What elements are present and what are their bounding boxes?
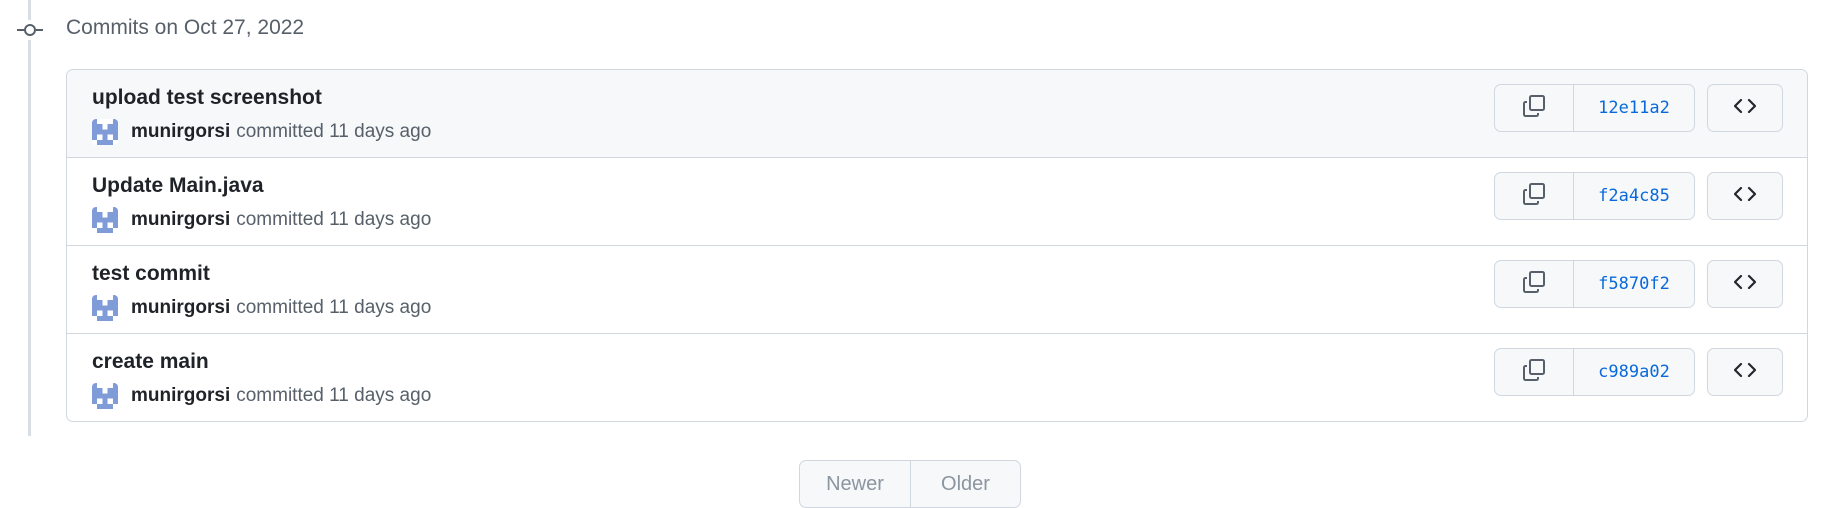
copy-icon	[1522, 94, 1546, 123]
commit-actions: f2a4c85	[1494, 172, 1783, 220]
sha-button-group: f5870f2	[1494, 260, 1695, 308]
commit-author-link[interactable]: munirgorsi	[131, 297, 230, 319]
commit-sha-link[interactable]: f5870f2	[1574, 261, 1694, 307]
commit-author-link[interactable]: munirgorsi	[131, 385, 230, 407]
commit-author-link[interactable]: munirgorsi	[131, 209, 230, 231]
commit-sha-link[interactable]: c989a02	[1574, 349, 1694, 395]
newer-button[interactable]: Newer	[800, 461, 910, 507]
copy-sha-button[interactable]	[1495, 349, 1574, 395]
git-commit-icon	[17, 20, 43, 40]
commit-sha-link[interactable]: 12e11a2	[1574, 85, 1694, 131]
sha-button-group: 12e11a2	[1494, 84, 1695, 132]
copy-sha-button[interactable]	[1495, 261, 1574, 307]
copy-sha-button[interactable]	[1495, 85, 1574, 131]
copy-icon	[1522, 182, 1546, 211]
avatar[interactable]	[92, 207, 118, 233]
commit-title-link[interactable]: Update Main.java	[92, 174, 264, 198]
commit-time: committed 11 days ago	[236, 121, 432, 142]
sha-button-group: c989a02	[1494, 348, 1695, 396]
commit-author-link[interactable]: munirgorsi	[131, 121, 230, 143]
commit-time: committed 11 days ago	[236, 209, 432, 230]
code-icon	[1733, 186, 1757, 207]
commit-title-link[interactable]: test commit	[92, 262, 210, 286]
commit-meta: munirgorsi committed 11 days ago	[92, 294, 431, 322]
code-icon	[1733, 362, 1757, 383]
copy-sha-button[interactable]	[1495, 173, 1574, 219]
avatar[interactable]	[92, 383, 118, 409]
avatar[interactable]	[92, 295, 118, 321]
commit-date-header: Commits on Oct 27, 2022	[66, 16, 305, 39]
commit-actions: f5870f2	[1494, 260, 1783, 308]
code-icon	[1733, 98, 1757, 119]
commit-time: committed 11 days ago	[236, 297, 432, 318]
older-button[interactable]: Older	[910, 461, 1020, 507]
commit-row: Update Main.java munirgorsi committed 11…	[67, 158, 1807, 246]
commit-meta: munirgorsi committed 11 days ago	[92, 382, 431, 410]
commit-list: upload test screenshot munirgorsi commit…	[66, 69, 1808, 422]
browse-repo-button[interactable]	[1707, 84, 1783, 132]
commit-meta: munirgorsi committed 11 days ago	[92, 118, 431, 146]
sha-button-group: f2a4c85	[1494, 172, 1695, 220]
copy-icon	[1522, 358, 1546, 387]
code-icon	[1733, 274, 1757, 295]
commit-title-link[interactable]: create main	[92, 350, 209, 374]
commit-meta: munirgorsi committed 11 days ago	[92, 206, 431, 234]
commit-time: committed 11 days ago	[236, 385, 432, 406]
copy-icon	[1522, 270, 1546, 299]
commit-title-link[interactable]: upload test screenshot	[92, 86, 322, 110]
timeline-line	[28, 0, 31, 436]
commit-row: test commit munirgorsi committed 11 days…	[67, 246, 1807, 334]
browse-repo-button[interactable]	[1707, 260, 1783, 308]
commit-actions: 12e11a2	[1494, 84, 1783, 132]
commit-row: upload test screenshot munirgorsi commit…	[67, 70, 1807, 158]
browse-repo-button[interactable]	[1707, 348, 1783, 396]
pagination: Newer Older	[799, 460, 1021, 508]
commit-sha-link[interactable]: f2a4c85	[1574, 173, 1694, 219]
avatar[interactable]	[92, 119, 118, 145]
commit-actions: c989a02	[1494, 348, 1783, 396]
commit-row: create main munirgorsi committed 11 days…	[67, 334, 1807, 421]
browse-repo-button[interactable]	[1707, 172, 1783, 220]
